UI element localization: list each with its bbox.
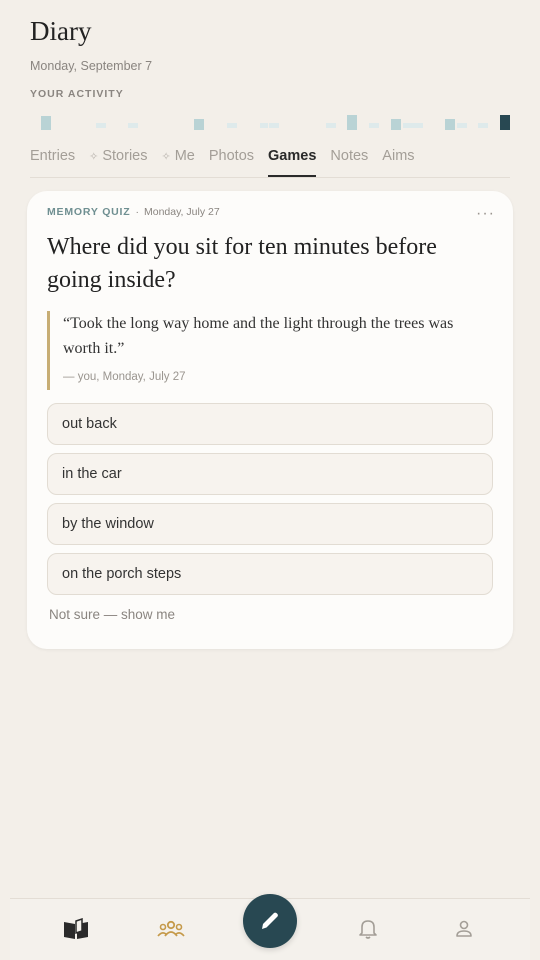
- app-title: Diary: [30, 16, 92, 46]
- tab-label: Games: [268, 148, 317, 164]
- card-date: Monday, July 27: [143, 206, 220, 218]
- tab-label: Aims: [382, 148, 415, 164]
- tab-label: Entries: [30, 148, 76, 164]
- meta-separator: ·: [135, 206, 139, 218]
- activity-chart: [30, 108, 510, 130]
- sparkle-icon: ✧: [161, 151, 171, 163]
- pencil-icon: [262, 912, 278, 929]
- current-date: Monday, September 7: [30, 59, 153, 73]
- more-options-button[interactable]: ···: [476, 205, 495, 223]
- new-entry-button[interactable]: [243, 894, 297, 948]
- quiz-question: Where did you sit for ten minutes before…: [47, 234, 437, 293]
- card-meta: MEMORY QUIZ · Monday, July 27: [47, 206, 220, 218]
- profile-icon[interactable]: [450, 917, 478, 941]
- tab-entries[interactable]: Entries: [30, 148, 75, 177]
- activity-day: [478, 123, 488, 128]
- activity-day: [96, 123, 106, 128]
- activity-day: [128, 123, 138, 128]
- entry-quote: “Took the long way home and the light th…: [47, 311, 493, 390]
- tab-notes[interactable]: Notes: [330, 148, 368, 177]
- community-icon[interactable]: [157, 917, 185, 941]
- activity-day-today: [500, 115, 510, 130]
- activity-day: [403, 123, 413, 128]
- activity-day: [413, 123, 423, 128]
- quote-attribution: — you, Monday, July 27: [63, 371, 186, 383]
- answer-option[interactable]: by the window: [47, 503, 493, 545]
- activity-day: [227, 123, 237, 128]
- journal-icon[interactable]: [62, 917, 90, 941]
- tab-aims[interactable]: Aims: [382, 148, 414, 177]
- activity-label: YOUR ACTIVITY: [30, 88, 124, 100]
- tab-stories[interactable]: ✧ Stories: [89, 148, 147, 177]
- notifications-icon[interactable]: [354, 917, 382, 941]
- memory-quiz-card: MEMORY QUIZ · Monday, July 27 ··· Where di…: [27, 191, 513, 649]
- activity-day: [347, 115, 357, 130]
- activity-day: [457, 123, 467, 128]
- answer-option[interactable]: in the car: [47, 453, 493, 495]
- tab-label: Me: [174, 148, 195, 164]
- answer-option[interactable]: out back: [47, 403, 493, 445]
- show-answer-link[interactable]: Not sure — show me: [49, 607, 175, 622]
- section-tabs: Entries ✧ Stories ✧ Me Photos Games Notes …: [30, 148, 510, 178]
- tab-games[interactable]: Games: [268, 148, 317, 177]
- activity-day: [260, 123, 268, 128]
- tab-label: Photos: [208, 148, 255, 164]
- tab-label: Stories: [102, 148, 148, 164]
- activity-day: [326, 123, 336, 128]
- activity-day: [194, 119, 204, 130]
- activity-day: [41, 116, 51, 130]
- activity-strip: [41, 115, 510, 130]
- sparkle-icon: ✧: [89, 151, 99, 163]
- card-type-label: MEMORY QUIZ: [47, 206, 131, 218]
- quote-text: “Took the long way home and the light th…: [63, 315, 454, 357]
- activity-day: [269, 123, 279, 128]
- activity-day: [391, 119, 401, 130]
- activity-day: [445, 119, 455, 130]
- tab-photos[interactable]: Photos: [209, 148, 254, 177]
- activity-day: [369, 123, 379, 128]
- answer-option[interactable]: on the porch steps: [47, 553, 493, 595]
- tab-me[interactable]: ✧ Me: [162, 148, 195, 177]
- tab-label: Notes: [330, 148, 369, 164]
